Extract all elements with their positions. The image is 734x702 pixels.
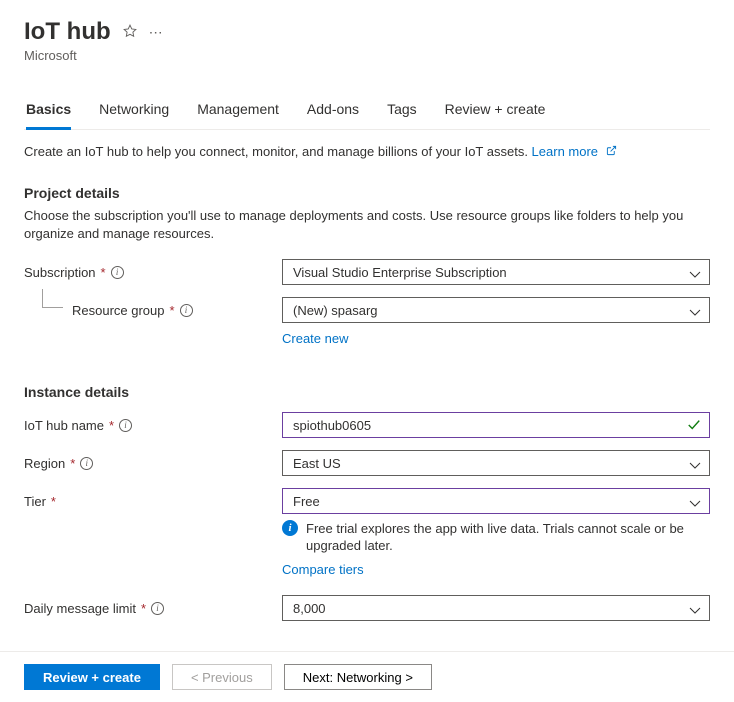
region-select[interactable]: East US [282, 450, 710, 476]
chevron-down-icon [689, 458, 701, 473]
info-icon[interactable]: i [119, 419, 132, 432]
iot-hub-name-value: spiothub0605 [293, 418, 371, 433]
tier-label: Tier* [24, 488, 282, 509]
resource-group-label: Resource group* i [24, 297, 282, 318]
project-details-desc: Choose the subscription you'll use to ma… [24, 207, 710, 243]
resource-group-select[interactable]: (New) spasarg [282, 297, 710, 323]
tier-value: Free [293, 494, 320, 509]
daily-limit-value: 8,000 [293, 601, 326, 616]
intro-text: Create an IoT hub to help you connect, m… [24, 144, 710, 159]
subscription-label: Subscription* i [24, 259, 282, 280]
footer-bar: Review + create < Previous Next: Network… [0, 651, 734, 702]
tab-basics[interactable]: Basics [26, 93, 71, 130]
page-title: IoT hub [24, 18, 111, 46]
daily-limit-select[interactable]: 8,000 [282, 595, 710, 621]
iot-hub-name-label: IoT hub name* i [24, 412, 282, 433]
chevron-down-icon [689, 603, 701, 618]
subscription-select[interactable]: Visual Studio Enterprise Subscription [282, 259, 710, 285]
tab-management[interactable]: Management [197, 93, 279, 130]
previous-button: < Previous [172, 664, 272, 690]
chevron-down-icon [689, 305, 701, 320]
learn-more-link[interactable]: Learn more [532, 144, 598, 159]
tab-review-create[interactable]: Review + create [445, 93, 546, 130]
region-label: Region* i [24, 450, 282, 471]
resource-group-value: (New) spasarg [293, 303, 378, 318]
intro-text-body: Create an IoT hub to help you connect, m… [24, 144, 532, 159]
tab-tags[interactable]: Tags [387, 93, 417, 130]
valid-check-icon [687, 418, 701, 435]
compare-tiers-link[interactable]: Compare tiers [282, 562, 364, 577]
tier-note: Free trial explores the app with live da… [306, 520, 710, 554]
tier-select[interactable]: Free [282, 488, 710, 514]
project-details-heading: Project details [24, 185, 710, 201]
tab-bar: Basics Networking Management Add-ons Tag… [24, 93, 710, 130]
tab-networking[interactable]: Networking [99, 93, 169, 130]
info-solid-icon: i [282, 520, 298, 536]
create-new-rg-link[interactable]: Create new [282, 331, 348, 346]
pin-star-icon[interactable] [123, 24, 137, 41]
iot-hub-name-input[interactable]: spiothub0605 [282, 412, 710, 438]
review-create-button[interactable]: Review + create [24, 664, 160, 690]
info-icon[interactable]: i [80, 457, 93, 470]
info-icon[interactable]: i [151, 602, 164, 615]
tab-add-ons[interactable]: Add-ons [307, 93, 359, 130]
instance-details-heading: Instance details [24, 384, 710, 400]
external-link-icon [606, 147, 617, 159]
subscription-value: Visual Studio Enterprise Subscription [293, 265, 507, 280]
next-button[interactable]: Next: Networking > [284, 664, 432, 690]
daily-limit-label: Daily message limit* i [24, 595, 282, 616]
region-value: East US [293, 456, 341, 471]
chevron-down-icon [689, 267, 701, 282]
more-actions-icon[interactable]: ⋯ [149, 24, 163, 41]
info-icon[interactable]: i [111, 266, 124, 279]
publisher-label: Microsoft [24, 48, 710, 63]
info-icon[interactable]: i [180, 304, 193, 317]
chevron-down-icon [689, 496, 701, 511]
